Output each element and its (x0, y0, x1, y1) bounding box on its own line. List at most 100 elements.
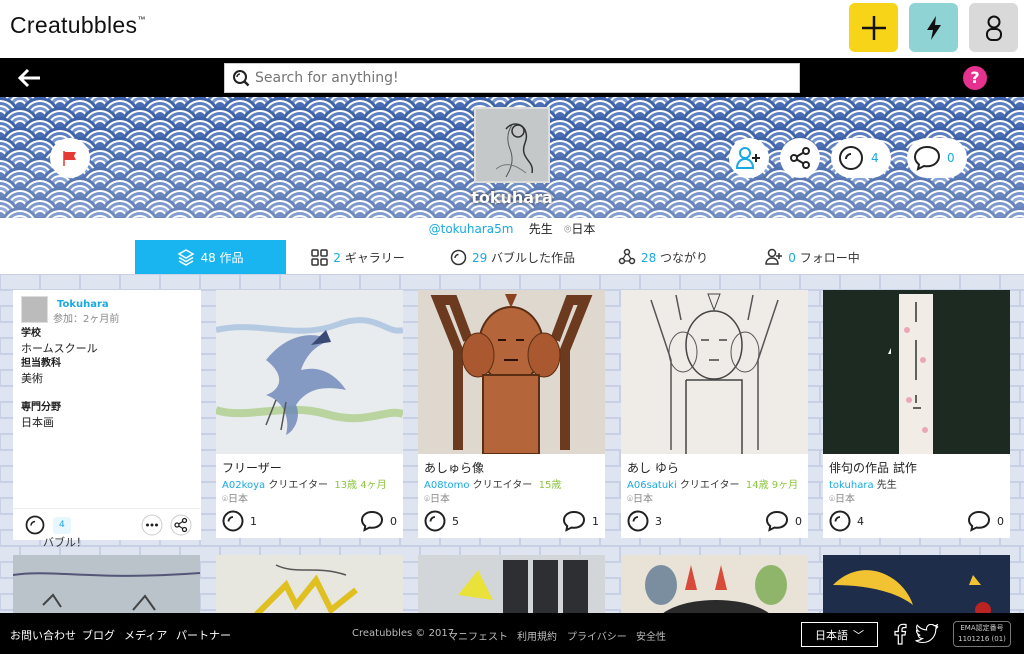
profile-bubble-count: 4 (871, 151, 879, 165)
share-icon (790, 147, 810, 169)
profile-avatar (474, 107, 550, 183)
share-button[interactable] (780, 138, 820, 178)
profile-role: 先生 (528, 222, 553, 236)
school-label: 学校 (21, 328, 41, 339)
follow-button[interactable] (729, 138, 769, 178)
user-icon (985, 15, 1002, 41)
comment-icon (562, 510, 586, 532)
sidebar-avatar (21, 296, 48, 323)
help-button[interactable]: ? (963, 66, 987, 90)
tab-galleries[interactable]: 2 ギャラリー (298, 240, 418, 274)
search-input[interactable] (255, 68, 785, 88)
footer-media-link[interactable]: メディア (124, 627, 167, 643)
creation-comment-button[interactable]: 1 (562, 510, 599, 532)
creation-thumbnail[interactable] (621, 555, 808, 613)
profile-handle[interactable]: @tokuhara5m (429, 222, 514, 236)
creation-card[interactable]: あし ゆら A06satuki クリエイター 14歳 9ヶ月 ⌾日本 3 0 (621, 290, 808, 538)
tab-connections[interactable]: 28 つながり (608, 240, 718, 274)
comment-icon (360, 510, 384, 532)
creation-thumbnail[interactable] (13, 555, 200, 613)
layers-icon (177, 249, 195, 266)
avatar-drawing (476, 109, 548, 181)
back-arrow-icon[interactable] (16, 67, 42, 89)
creation-image[interactable] (418, 290, 605, 454)
footer-safety-link[interactable]: 安全性 (636, 628, 666, 643)
lightning-icon (926, 15, 941, 40)
bubble-icon[interactable] (25, 515, 45, 535)
creation-author: A02koya クリエイター 13歳 4ヶ月 (222, 476, 387, 491)
bubble-tooltip: バブル！ (43, 536, 87, 549)
creation-comment-button[interactable]: 0 (360, 510, 397, 532)
bubble-count: 5 (452, 514, 459, 528)
share-icon[interactable] (170, 514, 192, 536)
creation-bubble-button[interactable]: 1 (222, 510, 257, 532)
creation-title[interactable]: あし ゆら (627, 459, 679, 476)
add-creation-button[interactable] (849, 3, 898, 52)
creation-title[interactable]: フリーザー (222, 459, 282, 476)
comment-count: 1 (592, 514, 599, 528)
activity-button[interactable] (909, 3, 958, 52)
footer-partner-link[interactable]: パートナー (176, 627, 231, 643)
subject-value: 美術 (21, 372, 43, 385)
footer-terms-link[interactable]: 利用規約 (517, 628, 557, 643)
creation-image[interactable] (216, 290, 403, 454)
report-flag-button[interactable] (50, 138, 90, 178)
more-icon[interactable] (141, 514, 163, 536)
creation-location: ⌾日本 (829, 494, 855, 505)
tab-bubbled-creations[interactable]: 29 バブルした作品 (440, 240, 585, 274)
top-bar: Creatubbles™ (0, 0, 1024, 58)
creation-thumbnail[interactable] (418, 555, 605, 613)
tab-following[interactable]: 0 フォロー中 (755, 240, 870, 274)
subject-label: 担当教科 (21, 358, 61, 369)
flag-icon (63, 151, 76, 166)
twitter-icon[interactable] (915, 624, 939, 644)
profile-bubble-button[interactable]: 4 (831, 138, 891, 178)
facebook-icon[interactable] (893, 623, 907, 645)
footer-manifesto-link[interactable]: マニフェスト (448, 628, 508, 643)
author-age: 15歳 (538, 480, 562, 491)
creation-card[interactable]: あしゅら像 A08tomo クリエイター 15歳 ⌾日本 5 1 (418, 290, 605, 538)
bubble-icon (627, 510, 649, 532)
creation-card[interactable]: 俳句の作品 試作 tokuhara 先生 ⌾日本 4 0 (823, 290, 1010, 538)
creation-thumbnail[interactable] (823, 555, 1010, 613)
footer-blog-link[interactable]: ブログ (82, 627, 115, 643)
footer-contact-link[interactable]: お問い合わせ (10, 627, 76, 643)
sidebar-name[interactable]: Tokuhara (57, 297, 109, 312)
creation-thumbnail[interactable] (216, 555, 403, 613)
author-role: クリエイター (268, 480, 328, 491)
search-icon (233, 70, 250, 87)
logo[interactable]: Creatubbles™ (10, 12, 146, 39)
footer-privacy-link[interactable]: プライバシー (567, 628, 627, 643)
creation-comment-button[interactable]: 0 (765, 510, 802, 532)
language-value: 日本語 (815, 628, 848, 642)
comment-icon (913, 145, 941, 171)
creation-title[interactable]: 俳句の作品 試作 (829, 459, 917, 476)
footer: お問い合わせ ブログ メディア パートナー Creatubbles © 2017… (0, 613, 1024, 654)
bubble-icon (839, 146, 863, 170)
comment-count: 0 (795, 514, 802, 528)
comment-count: 0 (997, 514, 1004, 528)
expertise-label: 専門分野 (21, 402, 61, 413)
bubble-count: 4 (857, 514, 864, 528)
creation-location: ⌾日本 (627, 494, 653, 505)
search-box (224, 63, 800, 93)
profile-subinfo: @tokuhara5m 先生 ⌾日本 (0, 218, 1024, 240)
nav-bar: ? (0, 58, 1024, 97)
creation-bubble-button[interactable]: 3 (627, 510, 662, 532)
comment-icon (967, 510, 991, 532)
creation-image[interactable] (823, 290, 1010, 454)
ema-certification-badge: EMA認定番号 1101216 (01) (953, 621, 1011, 647)
creation-bubble-button[interactable]: 5 (424, 510, 459, 532)
tab-creations[interactable]: 48 作品 (135, 240, 286, 274)
user-menu-button[interactable] (969, 3, 1018, 52)
creation-comment-button[interactable]: 0 (967, 510, 1004, 532)
language-select[interactable]: 日本語 ﹀ (801, 622, 878, 647)
creation-image[interactable] (621, 290, 808, 454)
bubble-count: 3 (655, 514, 662, 528)
author-age: 13歳 4ヶ月 (334, 480, 387, 491)
creation-title[interactable]: あしゅら像 (424, 459, 484, 476)
creation-bubble-button[interactable]: 4 (829, 510, 864, 532)
creations-area: Tokuhara 参加：2ヶ月前 学校 ホームスクール 担当教科 美術 専門分野… (0, 274, 1024, 613)
creation-card[interactable]: フリーザー A02koya クリエイター 13歳 4ヶ月 ⌾日本 1 0 (216, 290, 403, 538)
profile-comment-button[interactable]: 0 (907, 138, 967, 178)
